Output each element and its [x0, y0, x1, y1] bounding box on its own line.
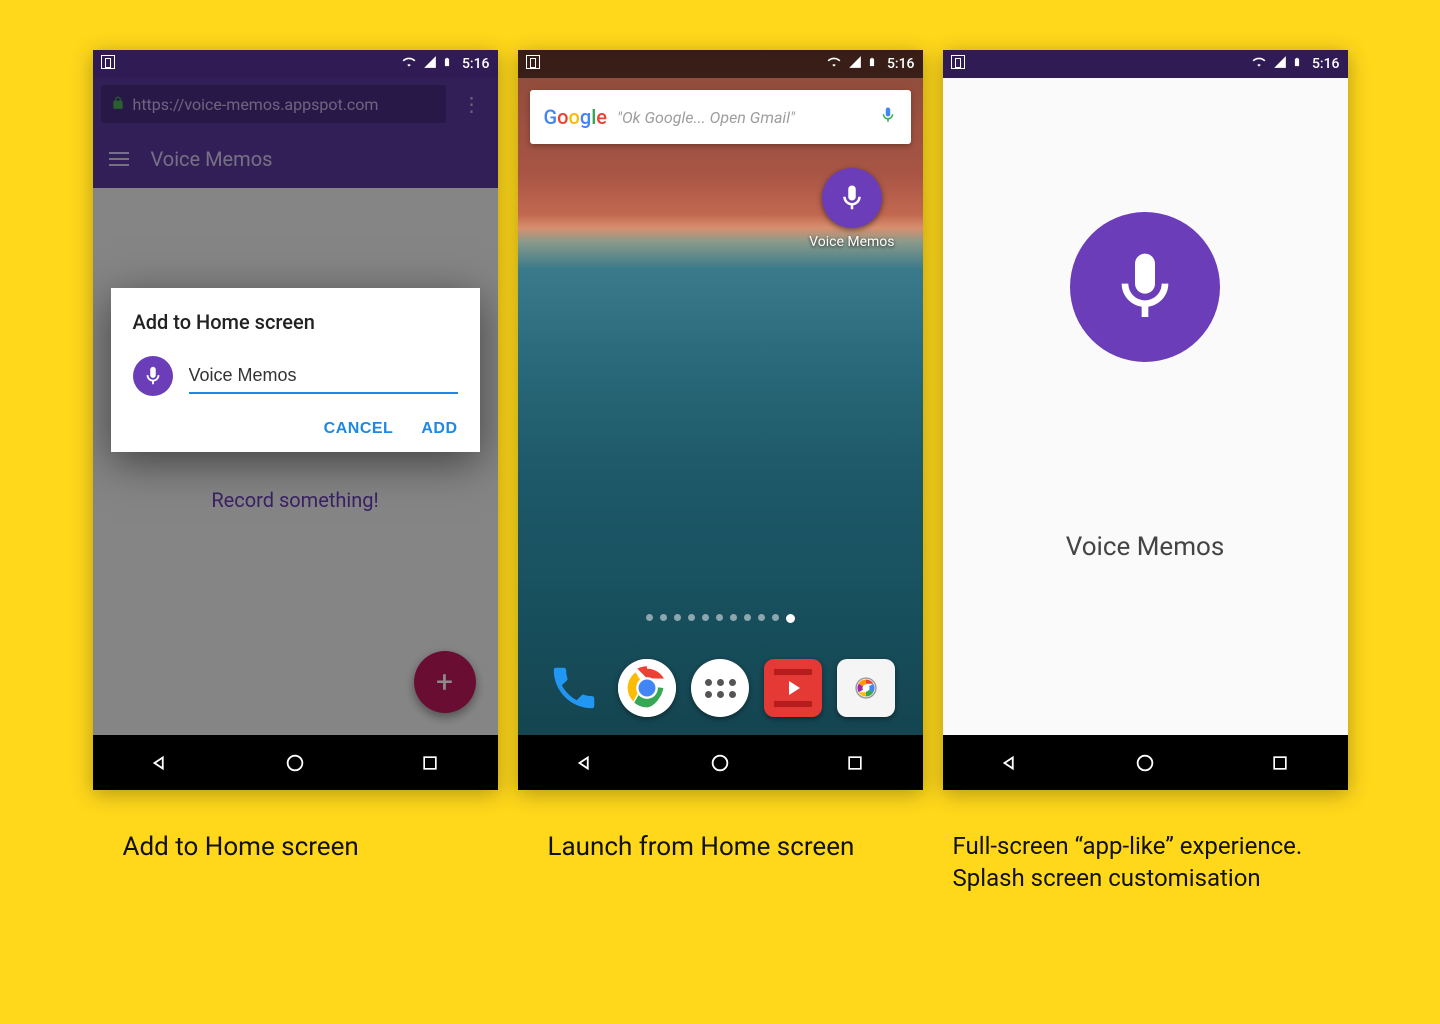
nav-back-icon[interactable] — [149, 752, 171, 774]
home-page-indicator — [518, 614, 923, 623]
status-bar: 5:16 — [943, 50, 1348, 78]
battery-icon — [442, 54, 452, 74]
shortcut-label: Voice Memos — [809, 234, 894, 250]
caption-1: Add to Home screen — [93, 830, 498, 895]
dock-video-icon[interactable] — [764, 659, 822, 717]
mic-icon — [822, 168, 882, 228]
status-time: 5:16 — [462, 56, 490, 72]
app-mic-icon — [133, 356, 173, 396]
voice-search-icon[interactable] — [879, 104, 897, 130]
splash-title: Voice Memos — [1066, 532, 1225, 562]
nav-recent-icon[interactable] — [1269, 752, 1291, 774]
android-nav-bar — [943, 735, 1348, 790]
signal-icon — [847, 55, 863, 73]
nav-home-icon[interactable] — [284, 752, 306, 774]
dock-all-apps-icon[interactable] — [691, 659, 749, 717]
phone-splash-screen: 5:16 Voice Memos — [943, 50, 1348, 790]
status-bar: 5:16 — [93, 50, 498, 78]
dock-camera-icon[interactable] — [837, 659, 895, 717]
google-logo: Google — [544, 105, 608, 129]
nav-home-icon[interactable] — [1134, 752, 1156, 774]
install-icon — [951, 55, 965, 73]
android-nav-bar — [518, 735, 923, 790]
dock-phone-icon[interactable] — [545, 659, 603, 717]
phone-home-screen: 5:16 Google "Ok Google... Open Gmail" Vo… — [518, 50, 923, 790]
caption-2: Launch from Home screen — [518, 830, 923, 895]
caption-3: Full-screen “app-like” experience. Splas… — [943, 830, 1348, 895]
home-dock — [518, 659, 923, 717]
battery-icon — [1292, 54, 1302, 74]
wifi-icon — [825, 55, 843, 73]
nav-home-icon[interactable] — [709, 752, 731, 774]
dialog-title: Add to Home screen — [133, 310, 458, 334]
install-icon — [526, 55, 540, 73]
splash-screen: Voice Memos — [943, 78, 1348, 735]
phone-add-to-home: 5:16 https://voice-memos.appspot.com ⋮ V… — [93, 50, 498, 790]
nav-back-icon[interactable] — [999, 752, 1021, 774]
battery-icon — [867, 54, 877, 74]
status-time: 5:16 — [887, 56, 915, 72]
status-bar: 5:16 — [518, 50, 923, 78]
wifi-icon — [400, 55, 418, 73]
splash-mic-icon — [1070, 212, 1220, 362]
home-wallpaper[interactable]: 5:16 Google "Ok Google... Open Gmail" Vo… — [518, 50, 923, 735]
cancel-button[interactable]: CANCEL — [324, 420, 394, 438]
nav-back-icon[interactable] — [574, 752, 596, 774]
voice-memos-shortcut[interactable]: Voice Memos — [809, 168, 894, 250]
shortcut-name-input[interactable] — [189, 359, 458, 394]
signal-icon — [422, 55, 438, 73]
wifi-icon — [1250, 55, 1268, 73]
google-search-widget[interactable]: Google "Ok Google... Open Gmail" — [530, 90, 911, 144]
add-to-home-dialog: Add to Home screen CANCEL ADD — [111, 288, 480, 452]
status-time: 5:16 — [1312, 56, 1340, 72]
android-nav-bar — [93, 735, 498, 790]
add-button[interactable]: ADD — [421, 420, 457, 438]
nav-recent-icon[interactable] — [844, 752, 866, 774]
nav-recent-icon[interactable] — [419, 752, 441, 774]
install-icon — [101, 55, 115, 73]
search-placeholder: "Ok Google... Open Gmail" — [617, 108, 868, 127]
signal-icon — [1272, 55, 1288, 73]
dock-chrome-icon[interactable] — [618, 659, 676, 717]
